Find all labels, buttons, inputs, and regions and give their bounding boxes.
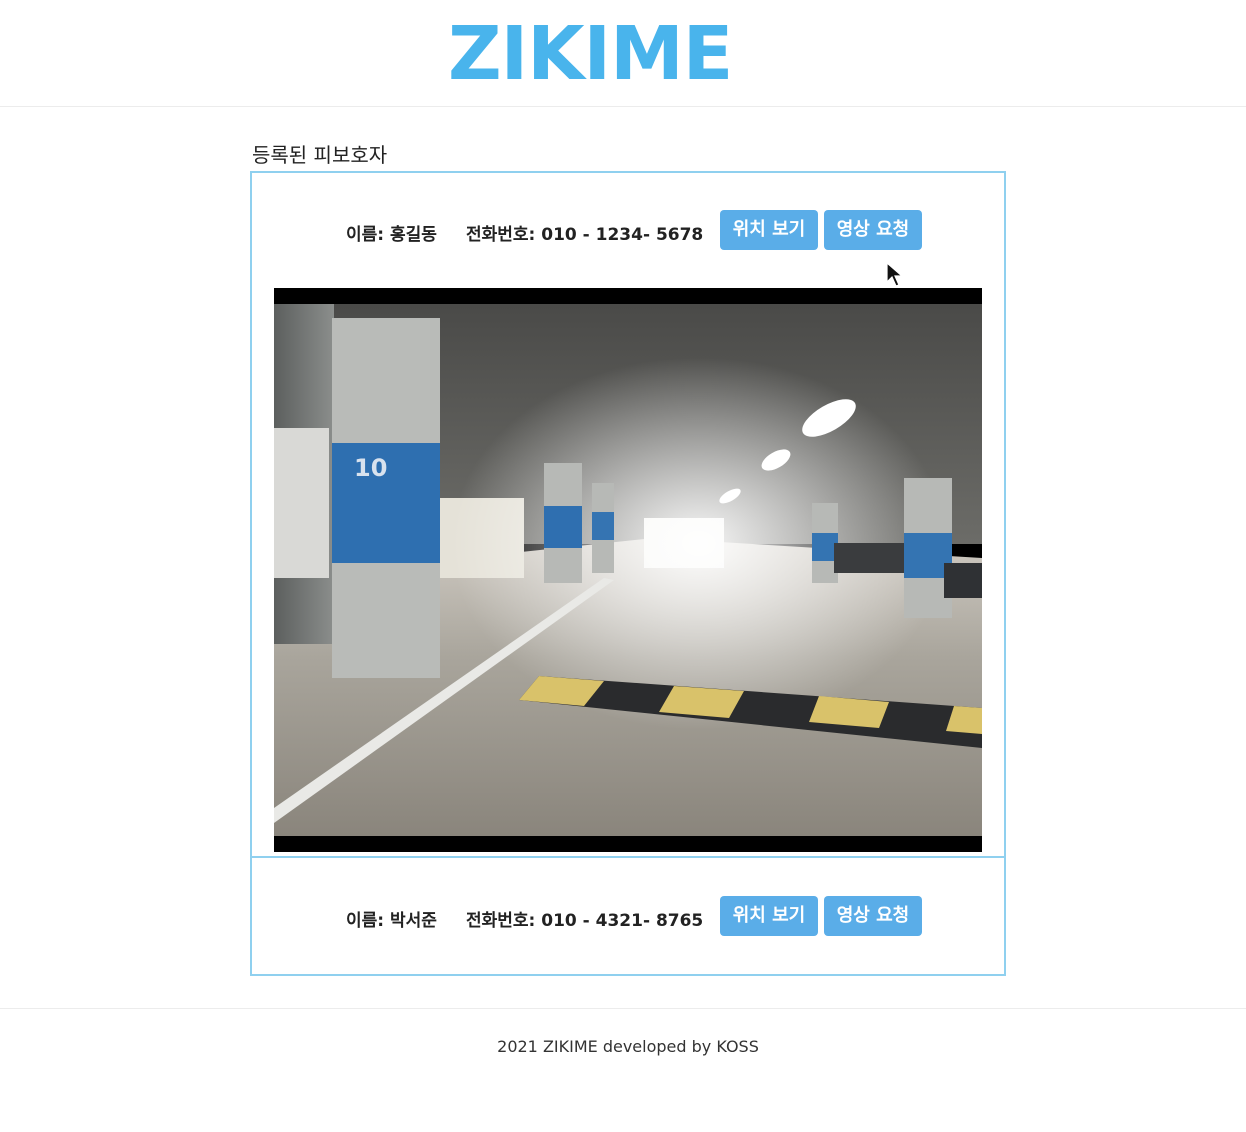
parking-garage-video-frame: 10 xyxy=(274,288,982,852)
ward-info-row: 이름: 박서준 전화번호: 010 - 4321- 8765 위치 보기 영상 … xyxy=(252,896,1004,936)
ward-name: 이름: 홍길동 xyxy=(346,225,437,245)
request-video-button[interactable]: 영상 요청 xyxy=(824,896,922,936)
video-stream[interactable]: 10 xyxy=(274,288,982,852)
view-location-button[interactable]: 위치 보기 xyxy=(720,896,818,936)
ward-phone: 전화번호: 010 - 4321- 8765 xyxy=(466,911,704,931)
pillar-number: 10 xyxy=(354,454,387,482)
site-header: ZIKIME xyxy=(0,0,1246,107)
site-footer: 2021 ZIKIME developed by KOSS xyxy=(0,1008,1246,1132)
registered-wards-title: 등록된 피보호자 xyxy=(252,143,388,167)
ward-name: 이름: 박서준 xyxy=(346,911,437,931)
footer-credit: 2021 ZIKIME developed by KOSS xyxy=(497,1037,759,1056)
ward-phone: 전화번호: 010 - 1234- 5678 xyxy=(466,225,704,245)
zikime-logo[interactable]: ZIKIME xyxy=(448,10,733,98)
ward-info-row: 이름: 홍길동 전화번호: 010 - 1234- 5678 위치 보기 영상 … xyxy=(252,210,1004,250)
request-video-button[interactable]: 영상 요청 xyxy=(824,210,922,250)
view-location-button[interactable]: 위치 보기 xyxy=(720,210,818,250)
ward-card: 이름: 박서준 전화번호: 010 - 4321- 8765 위치 보기 영상 … xyxy=(250,856,1006,976)
mouse-cursor-icon xyxy=(886,262,904,287)
